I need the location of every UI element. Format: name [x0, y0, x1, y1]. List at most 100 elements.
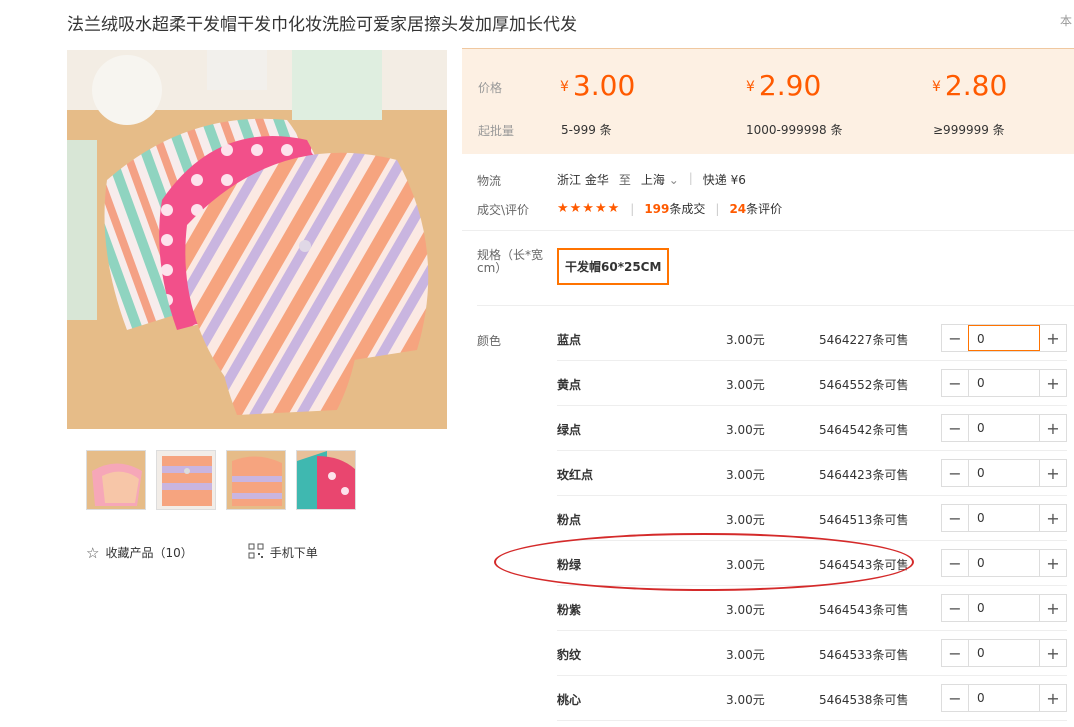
moq-label: 起批量: [478, 124, 515, 138]
minus-button[interactable]: −: [942, 640, 968, 666]
spec-option-selected[interactable]: 干发帽60*25CM: [557, 248, 670, 285]
product-actions: ☆ 收藏产品（10） 手机下单: [86, 543, 318, 562]
price-label: 价格: [478, 81, 503, 95]
qr-code-icon: [248, 543, 264, 562]
color-name: 黄点: [557, 378, 582, 392]
deals-label: 成交\评价: [477, 203, 530, 217]
color-name: 粉点: [557, 513, 582, 527]
chevron-down-icon: ⌄: [668, 173, 679, 187]
price-tier-3: ¥2.80: [932, 69, 1008, 102]
color-stock: 5464533条可售: [819, 648, 909, 662]
quantity-input[interactable]: 0: [968, 325, 1040, 351]
moq-tier-1: 5-999 条: [561, 123, 612, 137]
main-product-image[interactable]: [67, 50, 447, 429]
price-tier-2: ¥2.90: [746, 69, 822, 102]
quantity-input[interactable]: 0: [968, 370, 1040, 396]
plus-button[interactable]: +: [1040, 640, 1066, 666]
color-row: 玫红点 3.00元 5464423条可售 − 0 +: [557, 451, 1067, 496]
minus-button[interactable]: −: [942, 505, 968, 531]
section-divider: [462, 230, 1074, 231]
color-price: 3.00元: [726, 378, 765, 392]
quantity-stepper: − 0 +: [941, 459, 1067, 487]
color-name: 桃心: [557, 693, 582, 707]
color-name: 粉紫: [557, 603, 582, 617]
color-row: 粉紫 3.00元 5464543条可售 − 0 +: [557, 586, 1067, 631]
minus-button[interactable]: −: [942, 595, 968, 621]
thumbnail-2[interactable]: [156, 450, 216, 510]
annotation-ellipse: [494, 533, 914, 591]
thumbnail-1[interactable]: [86, 450, 146, 510]
quantity-input[interactable]: 0: [968, 550, 1040, 576]
mobile-order-label: 手机下单: [269, 546, 318, 560]
quantity-stepper: − 0 +: [941, 369, 1067, 397]
color-label: 颜色: [477, 334, 502, 348]
logistics-label: 物流: [477, 174, 502, 188]
plus-button[interactable]: +: [1040, 415, 1066, 441]
thumbnail-4[interactable]: [296, 450, 356, 510]
moq-tier-2: 1000-999998 条: [746, 123, 843, 137]
minus-button[interactable]: −: [942, 550, 968, 576]
color-stock: 5464538条可售: [819, 693, 909, 707]
plus-button[interactable]: +: [1040, 460, 1066, 486]
plus-button[interactable]: +: [1040, 505, 1066, 531]
minus-button[interactable]: −: [942, 415, 968, 441]
color-price: 3.00元: [726, 333, 765, 347]
ship-from: 浙江 金华: [557, 173, 609, 187]
color-name: 豹纹: [557, 648, 582, 662]
minus-button[interactable]: −: [942, 685, 968, 711]
minus-button[interactable]: −: [942, 325, 968, 351]
logistics-info: 浙江 金华 至 上海 ⌄ | 快递 ¥6: [557, 171, 746, 188]
quantity-input[interactable]: 0: [968, 640, 1040, 666]
minus-button[interactable]: −: [942, 460, 968, 486]
color-stock: 5464552条可售: [819, 378, 909, 392]
favorite-button[interactable]: ☆ 收藏产品（10）: [86, 543, 193, 562]
color-row: 蓝点 3.00元 5464227条可售 − 0 +: [557, 316, 1067, 361]
section-divider: [477, 305, 1074, 306]
plus-button[interactable]: +: [1040, 595, 1066, 621]
color-price: 3.00元: [726, 603, 765, 617]
color-stock: 5464227条可售: [819, 333, 909, 347]
favorite-label: 收藏产品（10）: [105, 546, 193, 560]
price-tier-1: ¥3.00: [560, 69, 636, 102]
quantity-input[interactable]: 0: [968, 415, 1040, 441]
quantity-input[interactable]: 0: [968, 595, 1040, 621]
thumbnail-strip: [86, 450, 356, 510]
color-price: 3.00元: [726, 513, 765, 527]
color-price: 3.00元: [726, 423, 765, 437]
reviews-link[interactable]: 24条评价: [729, 200, 782, 217]
color-name: 绿点: [557, 423, 582, 437]
star-outline-icon: ☆: [86, 543, 100, 562]
quantity-stepper: − 0 +: [941, 639, 1067, 667]
quantity-input[interactable]: 0: [968, 460, 1040, 486]
quantity-input[interactable]: 0: [968, 685, 1040, 711]
deals-info: ★★★★★ | 199条成交 | 24条评价: [557, 200, 782, 217]
plus-button[interactable]: +: [1040, 685, 1066, 711]
orders-link[interactable]: 199条成交: [644, 200, 705, 217]
quantity-stepper: − 0 +: [941, 684, 1067, 712]
plus-button[interactable]: +: [1040, 325, 1066, 351]
rating-stars: ★★★★★: [557, 201, 621, 216]
color-stock: 5464543条可售: [819, 603, 909, 617]
color-row: 桃心 3.00元 5464538条可售 − 0 +: [557, 676, 1067, 721]
quantity-stepper: − 0 +: [941, 504, 1067, 532]
minus-button[interactable]: −: [942, 370, 968, 396]
quantity-stepper: − 0 +: [941, 414, 1067, 442]
color-row: 绿点 3.00元 5464542条可售 − 0 +: [557, 406, 1067, 451]
color-row: 黄点 3.00元 5464552条可售 − 0 +: [557, 361, 1067, 406]
plus-button[interactable]: +: [1040, 550, 1066, 576]
product-title: 法兰绒吸水超柔干发帽干发巾化妆洗脸可爱家居擦头发加厚加长代发: [67, 15, 577, 35]
mobile-order-button[interactable]: 手机下单: [248, 543, 318, 562]
corner-text: 本: [1060, 14, 1073, 28]
quantity-input[interactable]: 0: [968, 505, 1040, 531]
spec-label: 规格（长*宽cm）: [477, 248, 544, 275]
thumbnail-3[interactable]: [226, 450, 286, 510]
shipping-fee: 快递 ¥6: [702, 173, 746, 187]
color-price: 3.00元: [726, 693, 765, 707]
color-row: 豹纹 3.00元 5464533条可售 − 0 +: [557, 631, 1067, 676]
color-price: 3.00元: [726, 468, 765, 482]
moq-tier-3: ≥999999 条: [933, 123, 1005, 137]
quantity-stepper: − 0 +: [941, 324, 1067, 352]
plus-button[interactable]: +: [1040, 370, 1066, 396]
to-word: 至: [618, 173, 631, 187]
ship-to-select[interactable]: 上海 ⌄: [641, 171, 679, 188]
